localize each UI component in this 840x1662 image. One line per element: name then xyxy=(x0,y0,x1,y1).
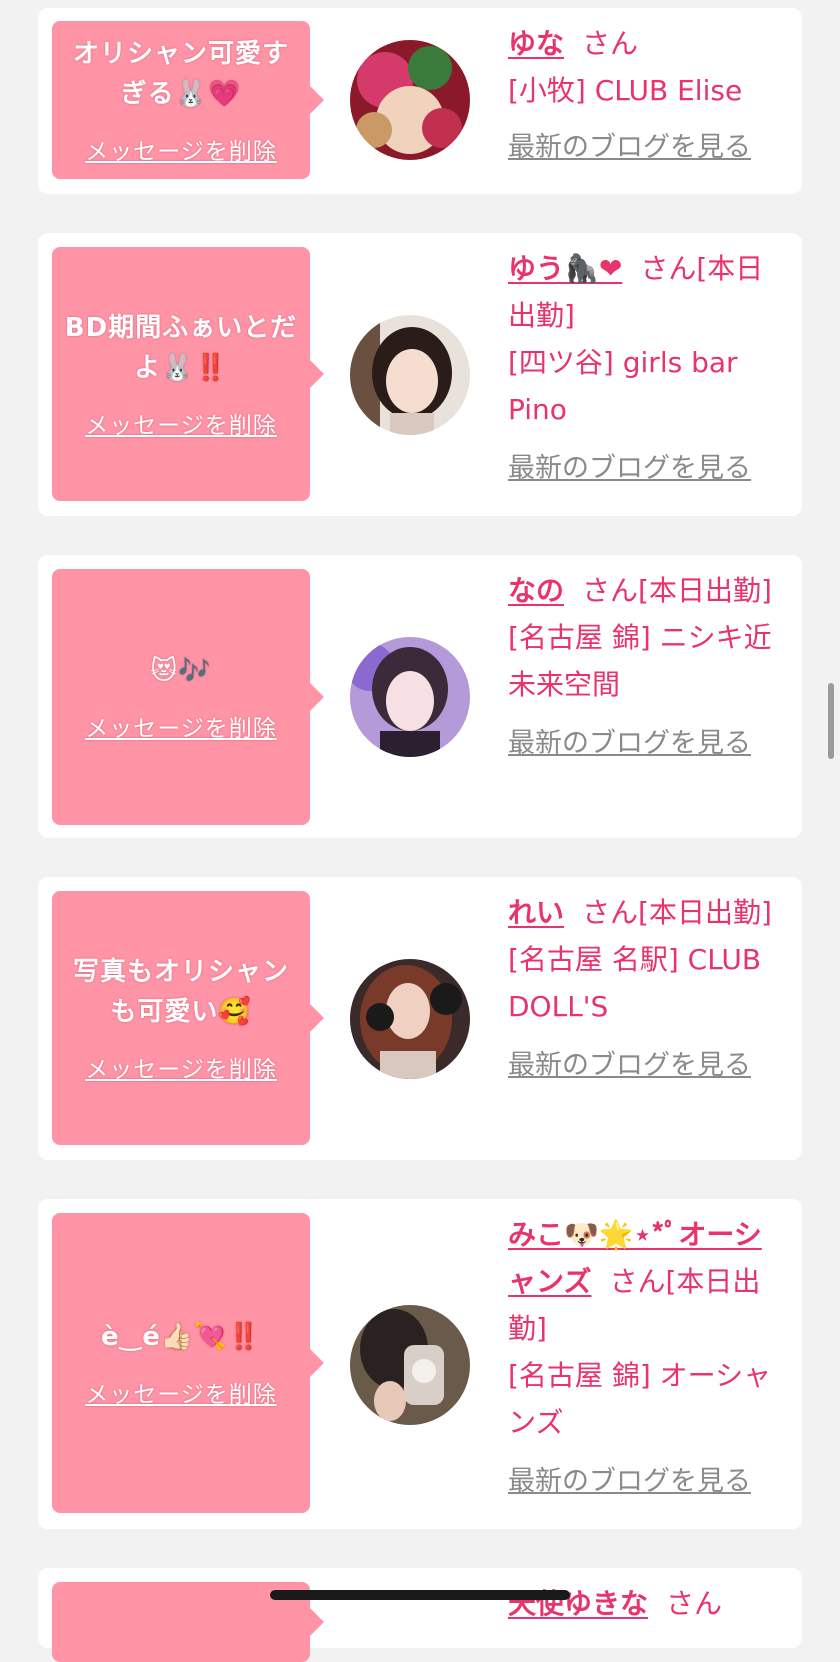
scrollbar[interactable] xyxy=(828,683,834,759)
message-text: 写真もオリシャンも可愛い🥰 xyxy=(72,957,289,1027)
message-card: è‿é👍🏻💘‼️ メッセージを削除 みこ🐶🌟⋆*ﾟオーシャンズ さん[本日出勤] … xyxy=(38,1199,802,1529)
store-name: [小牧] CLUB Elise xyxy=(508,74,743,107)
delete-message-link[interactable]: メッセージを削除 xyxy=(85,132,277,166)
cast-name-link[interactable]: ゆな xyxy=(508,27,564,60)
cast-info: なの さん[本日出勤] [名古屋 錦] ニシキ近未来空間 最新のブログを見る xyxy=(508,567,788,767)
avatar[interactable] xyxy=(350,40,470,160)
message-bubble: 😻🎶 メッセージを削除 xyxy=(52,569,324,825)
avatar[interactable] xyxy=(350,959,470,1079)
delete-message-link[interactable]: メッセージを削除 xyxy=(85,1050,277,1084)
delete-message-link[interactable]: メッセージを削除 xyxy=(85,406,277,440)
message-text: è‿é👍🏻💘‼️ xyxy=(101,1322,261,1352)
message-bubble: BD期間ふぁいとだよ🐰‼️ メッセージを削除 xyxy=(52,247,324,501)
store-name: [名古屋 錦] オーシャンズ xyxy=(508,1359,772,1439)
message-card: BD期間ふぁいとだよ🐰‼️ メッセージを削除 ゆう🦍❤ さん[本日出勤] [四ツ谷… xyxy=(38,233,802,516)
delete-message-link[interactable]: メッセージを削除 xyxy=(85,709,277,743)
message-bubble: 写真もオリシャンも可愛い🥰 メッセージを削除 xyxy=(52,891,324,1145)
cast-info: ゆな さん [小牧] CLUB Elise 最新のブログを見る xyxy=(508,20,788,171)
cast-info: みこ🐶🌟⋆*ﾟオーシャンズ さん[本日出勤] [名古屋 錦] オーシャンズ 最新の… xyxy=(508,1211,788,1505)
latest-blog-link[interactable]: 最新のブログを見る xyxy=(508,1458,788,1505)
message-card: 😻🎶 メッセージを削除 なの さん[本日出勤] [名古屋 錦] ニシキ近未来空間 … xyxy=(38,555,802,838)
message-card: 天使ゆきな さん xyxy=(38,1568,802,1662)
latest-blog-link[interactable]: 最新のブログを見る xyxy=(508,720,788,767)
message-bubble: オリシャン可愛すぎる🐰💗 メッセージを削除 xyxy=(52,21,324,179)
message-card: オリシャン可愛すぎる🐰💗 メッセージを削除 ゆな さん [小牧] CLUB Eli… xyxy=(38,8,802,194)
latest-blog-link[interactable]: 最新のブログを見る xyxy=(508,124,788,171)
avatar[interactable] xyxy=(350,315,470,435)
honorific: さん xyxy=(666,1587,723,1620)
honorific: さん[本日出勤] xyxy=(582,574,772,607)
message-card: 写真もオリシャンも可愛い🥰 メッセージを削除 れい さん[本日出勤] [名古屋 名… xyxy=(38,877,802,1160)
home-indicator[interactable] xyxy=(270,1590,570,1600)
message-text: オリシャン可愛すぎる🐰💗 xyxy=(72,39,289,109)
avatar[interactable] xyxy=(350,1305,470,1425)
store-name: [四ツ谷] girls bar Pino xyxy=(508,346,738,426)
honorific: さん xyxy=(582,27,639,60)
cast-name-link[interactable]: なの xyxy=(508,574,564,607)
cast-info: れい さん[本日出勤] [名古屋 名駅] CLUB DOLL'S 最新のブログを見… xyxy=(508,889,788,1089)
message-text: BD期間ふぁいとだよ🐰‼️ xyxy=(64,313,298,383)
delete-message-link[interactable]: メッセージを削除 xyxy=(85,1375,277,1409)
honorific: さん[本日出勤] xyxy=(582,896,772,929)
store-name: [名古屋 錦] ニシキ近未来空間 xyxy=(508,621,772,701)
cast-name-link[interactable]: れい xyxy=(508,896,564,929)
cast-name-link[interactable]: ゆう🦍❤ xyxy=(508,252,622,285)
message-bubble: è‿é👍🏻💘‼️ メッセージを削除 xyxy=(52,1213,324,1513)
cast-info: 天使ゆきな さん xyxy=(508,1580,788,1627)
message-text: 😻🎶 xyxy=(150,656,212,686)
store-name: [名古屋 名駅] CLUB DOLL'S xyxy=(508,943,762,1023)
latest-blog-link[interactable]: 最新のブログを見る xyxy=(508,445,788,492)
avatar[interactable] xyxy=(350,637,470,757)
cast-info: ゆう🦍❤ さん[本日出勤] [四ツ谷] girls bar Pino 最新のブログ… xyxy=(508,245,788,492)
latest-blog-link[interactable]: 最新のブログを見る xyxy=(508,1042,788,1089)
